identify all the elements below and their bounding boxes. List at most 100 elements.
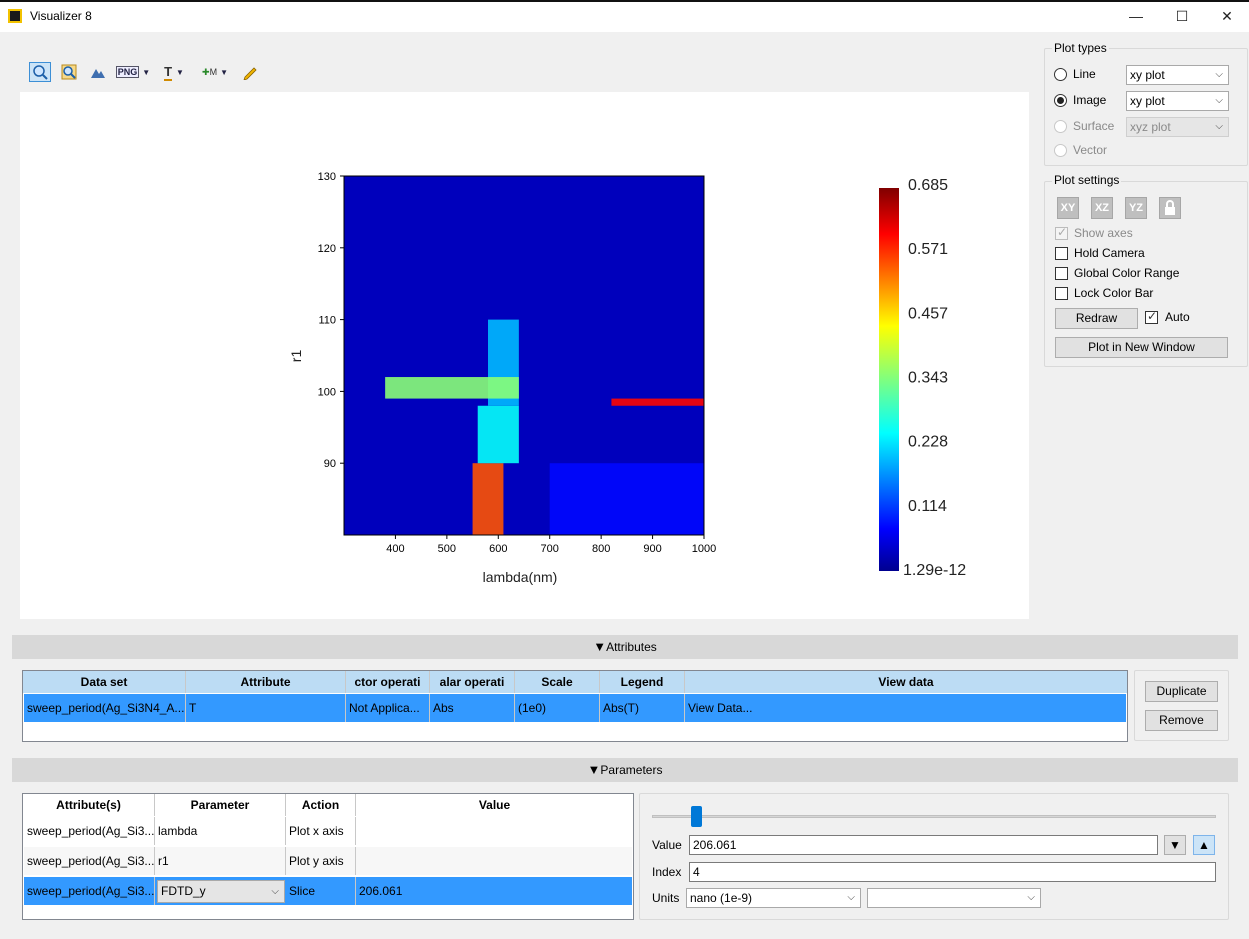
remove-button[interactable]: Remove [1145, 710, 1218, 731]
x-tick-label: 900 [643, 543, 661, 555]
x-tick-label: 700 [541, 543, 559, 555]
hold-camera-checkbox[interactable] [1055, 247, 1068, 260]
column-header[interactable]: View data [685, 671, 1127, 693]
colorbar-label: 0.114 [908, 498, 947, 515]
slider-thumb[interactable] [690, 806, 702, 827]
table-cell[interactable]: Plot x axis [286, 817, 356, 845]
colorbar-label: 0.343 [908, 370, 948, 387]
triangle-up-icon: ▲ [1198, 838, 1210, 852]
heatmap-region [385, 377, 519, 399]
table-cell[interactable] [356, 847, 632, 875]
show-axes-label: Show axes [1074, 226, 1133, 240]
colorbar [879, 188, 899, 571]
minimize-button[interactable]: — [1113, 0, 1159, 32]
increment-button[interactable]: ▲ [1193, 835, 1215, 855]
column-header[interactable]: Action [286, 794, 356, 816]
x-tick-label: 1000 [692, 543, 716, 555]
vector-radio[interactable] [1054, 144, 1067, 157]
y-tick-label: 130 [318, 171, 336, 183]
lock-color-bar-checkbox[interactable] [1055, 287, 1068, 300]
surface-radio[interactable] [1054, 120, 1067, 133]
attributes-section-header[interactable]: ▼Attributes [12, 635, 1238, 659]
duplicate-button[interactable]: Duplicate [1145, 681, 1218, 702]
view-xy-button[interactable]: XY [1057, 197, 1079, 219]
parameter-select[interactable]: FDTD_y ⌵ [157, 880, 285, 903]
table-cell[interactable]: sweep_period(Ag_Si3N4_A... [24, 694, 186, 722]
chevron-down-icon: ▼ [142, 67, 151, 77]
table-cell[interactable]: sweep_period(Ag_Si3... [24, 817, 155, 845]
title-bar: Visualizer 8 — ☐ ✕ [0, 0, 1249, 32]
png-export-button[interactable]: PNG ▼ [115, 62, 151, 82]
marker-tool-button[interactable]: ✚M ▼ [198, 62, 232, 82]
image-plot-select[interactable]: xy plot ⌵ [1126, 91, 1229, 111]
table-cell[interactable]: Plot y axis [286, 847, 356, 875]
column-header[interactable]: alar operati [430, 671, 515, 693]
attributes-header-label: Attributes [606, 640, 657, 654]
table-cell[interactable]: 206.061 [356, 877, 632, 905]
table-cell[interactable]: Abs(T) [600, 694, 685, 722]
image-radio[interactable] [1054, 94, 1067, 107]
table-cell[interactable]: Slice [286, 877, 356, 905]
column-header[interactable]: Value [356, 794, 633, 816]
triangle-down-icon: ▼ [593, 639, 607, 654]
table-cell[interactable]: Abs [430, 694, 515, 722]
chevron-down-icon: ⌵ [1215, 95, 1223, 106]
mountain-view-button[interactable] [87, 62, 109, 82]
plot-settings-title: Plot settings [1052, 173, 1122, 187]
chevron-down-icon: ⌵ [271, 886, 279, 897]
table-cell[interactable]: r1 [155, 847, 286, 875]
table-cell[interactable]: (1e0) [515, 694, 600, 722]
table-cell[interactable]: sweep_period(Ag_Si3... [24, 847, 155, 875]
surface-plot-select[interactable]: xyz plot ⌵ [1126, 117, 1229, 137]
show-axes-checkbox[interactable] [1055, 225, 1068, 240]
column-header[interactable]: Attribute [186, 671, 346, 693]
table-cell[interactable]: sweep_period(Ag_Si3... [24, 877, 155, 905]
index-field[interactable]: 4 [689, 862, 1216, 882]
column-header[interactable]: Attribute(s) [23, 794, 155, 816]
value-label: Value [652, 838, 682, 852]
view-data-link[interactable]: View Data... [685, 694, 1126, 722]
chevron-down-icon: ▼ [220, 67, 228, 77]
line-label: Line [1073, 67, 1096, 81]
heatmap-chart: 400 500 600 700 800 900 1000 90 100 110 120 130 0.6… [288, 171, 966, 585]
line-plot-select[interactable]: xy plot ⌵ [1126, 65, 1229, 85]
maximize-button[interactable]: ☐ [1159, 0, 1205, 32]
parameters-section-header[interactable]: ▼Parameters [12, 758, 1238, 782]
table-cell[interactable]: T [186, 694, 346, 722]
surface-label: Surface [1073, 119, 1115, 133]
value-field[interactable]: 206.061 [689, 835, 1158, 855]
global-color-range-checkbox[interactable] [1055, 267, 1068, 280]
slider-track[interactable] [652, 815, 1216, 818]
close-button[interactable]: ✕ [1204, 0, 1249, 32]
redraw-button[interactable]: Redraw [1055, 308, 1138, 329]
zoom-extents-button[interactable] [29, 62, 51, 82]
text-tool-button[interactable]: T ▼ [157, 62, 191, 82]
plot-in-new-window-button[interactable]: Plot in New Window [1055, 337, 1228, 358]
lock-view-button[interactable] [1159, 197, 1181, 219]
view-xz-button[interactable]: XZ [1091, 197, 1113, 219]
table-cell[interactable]: Not Applica... [346, 694, 430, 722]
units-secondary-select[interactable]: ⌵ [867, 888, 1041, 908]
table-cell[interactable]: lambda [155, 817, 286, 845]
auto-checkbox[interactable] [1145, 309, 1158, 324]
plot-canvas[interactable]: 400 500 600 700 800 900 1000 90 100 110 120 130 0.6… [20, 92, 1029, 619]
parameters-table: Attribute(s) Parameter Action Value swee… [22, 793, 634, 920]
column-header[interactable]: ctor operati [346, 671, 430, 693]
column-header[interactable]: Parameter [155, 794, 286, 816]
pencil-button[interactable] [239, 62, 261, 82]
image-label: Image [1073, 93, 1107, 107]
x-tick-label: 800 [592, 543, 610, 555]
table-cell[interactable] [356, 817, 632, 845]
zoom-button[interactable] [58, 62, 80, 82]
x-tick-label: 400 [386, 543, 404, 555]
line-radio[interactable] [1054, 68, 1067, 81]
lock-color-bar-label: Lock Color Bar [1074, 286, 1154, 300]
decrement-button[interactable]: ▼ [1164, 835, 1186, 855]
heatmap-region [549, 463, 704, 535]
chevron-down-icon: ⌵ [1215, 121, 1223, 132]
column-header[interactable]: Scale [515, 671, 600, 693]
view-yz-button[interactable]: YZ [1125, 197, 1147, 219]
column-header[interactable]: Legend [600, 671, 685, 693]
column-header[interactable]: Data set [23, 671, 186, 693]
units-select[interactable]: nano (1e-9) ⌵ [686, 888, 861, 908]
